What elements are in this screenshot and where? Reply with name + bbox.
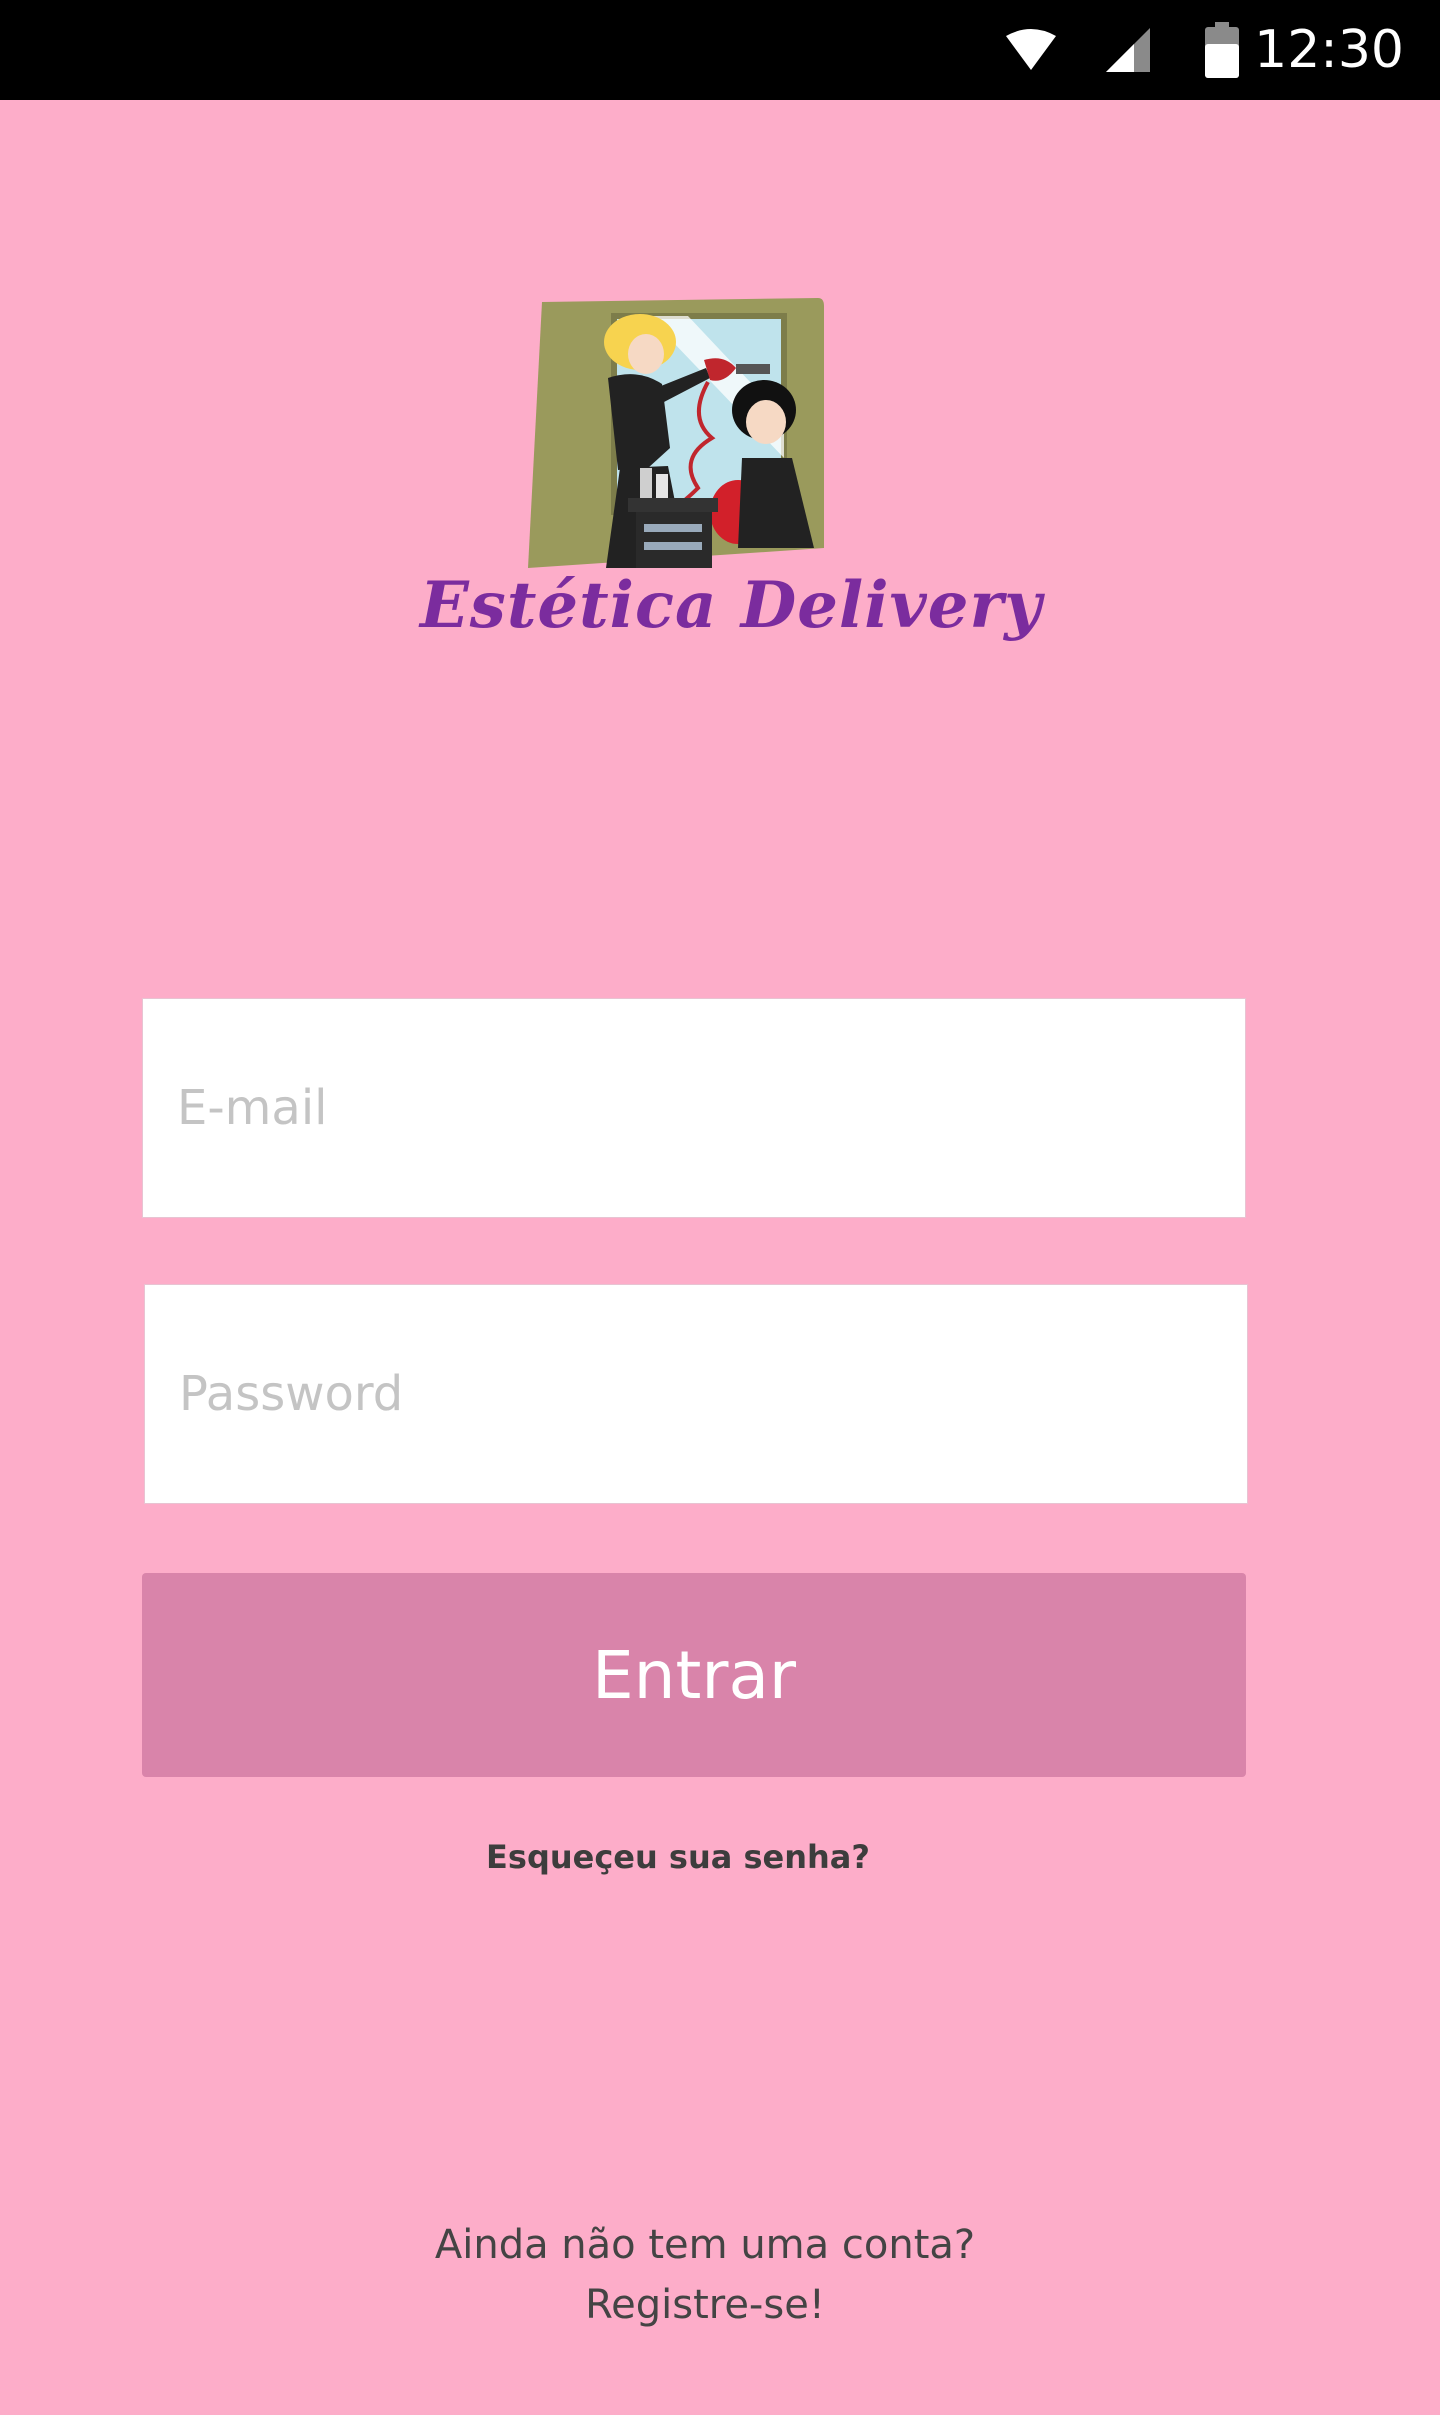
salon-illustration — [528, 298, 824, 568]
clock: 12:30 — [1254, 20, 1404, 80]
status-bar: 12:30 — [0, 0, 1440, 100]
signal-icon — [1100, 0, 1156, 100]
password-input[interactable] — [177, 1365, 1247, 1423]
email-field[interactable] — [142, 998, 1246, 1218]
battery-icon — [1200, 0, 1244, 100]
app-logo: Estética Delivery — [420, 290, 1043, 670]
email-input[interactable] — [175, 1079, 1245, 1137]
login-button[interactable]: Entrar — [142, 1573, 1246, 1777]
register-link[interactable]: Registre-se! — [0, 2282, 1410, 2328]
forgot-password-link[interactable]: Esqueçeu sua senha? — [0, 1838, 1356, 1876]
brand-name: Estética Delivery — [420, 568, 1043, 643]
password-field[interactable] — [144, 1284, 1248, 1504]
signup-question: Ainda não tem uma conta? — [434, 2222, 976, 2268]
wifi-icon — [1000, 0, 1062, 100]
